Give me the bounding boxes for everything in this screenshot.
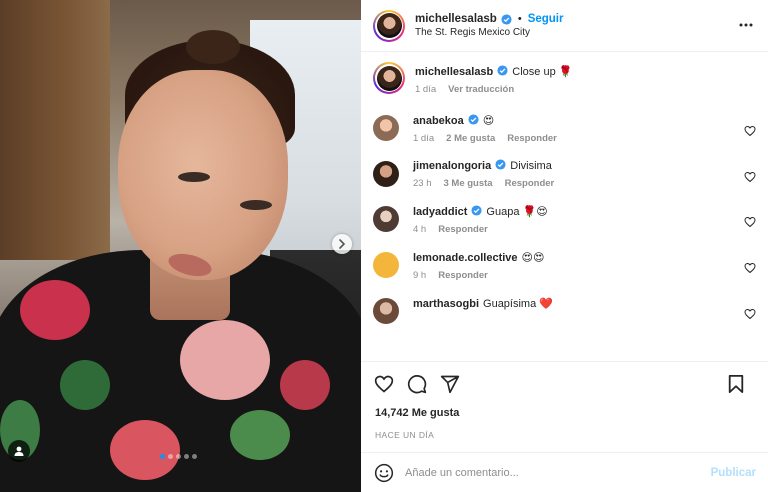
comment-item: jimenalongoria Divisima 23 h 3 Me gusta R… [373, 159, 756, 189]
comment-button[interactable] [406, 373, 428, 395]
commenter-username[interactable]: anabekoa [413, 115, 464, 127]
save-button[interactable] [725, 373, 747, 395]
commenter-username[interactable]: ladyaddict [413, 206, 467, 218]
author-username[interactable]: michellesalasb [415, 13, 497, 25]
caption-text: Close up [512, 66, 556, 78]
post-location[interactable]: The St. Regis Mexico City [415, 27, 563, 38]
more-horizontal-icon [739, 23, 753, 27]
carousel-dot [168, 454, 173, 459]
comment-time[interactable]: 4 h [413, 224, 426, 235]
photo-flower [110, 420, 180, 480]
photo-hair-bun [186, 30, 240, 64]
photo-flower [230, 410, 290, 460]
photo-background-wall [0, 0, 110, 260]
commenter-avatar[interactable] [373, 161, 399, 187]
comment-text: Divisima [510, 160, 552, 172]
like-comment-heart-icon[interactable] [744, 308, 756, 320]
chevron-right-icon [339, 239, 346, 249]
more-options-button[interactable] [736, 15, 756, 35]
share-button[interactable] [439, 373, 461, 395]
comment-text: Guapísima [483, 298, 537, 310]
follow-button[interactable]: Seguir [528, 13, 564, 25]
caption-avatar[interactable] [373, 62, 405, 94]
post-actions-bar [361, 361, 768, 405]
separator-dot: • [517, 13, 522, 25]
like-comment-heart-icon[interactable] [744, 262, 756, 274]
comments-list[interactable]: michellesalasb Close up 🌹 1 día Ver tradu… [361, 52, 768, 361]
commenter-avatar[interactable] [373, 206, 399, 232]
comment-item: ladyaddict Guapa 🌹😍 4 h Responder [373, 204, 756, 235]
reply-button[interactable]: Responder [438, 270, 488, 281]
comment-bubble-icon [407, 374, 427, 393]
comment-input[interactable] [405, 466, 711, 479]
photo-flower [180, 320, 270, 400]
commenter-avatar[interactable] [373, 298, 399, 324]
caption-time[interactable]: 1 día [415, 84, 436, 95]
verified-badge-icon [468, 114, 479, 125]
comment-emoji: 😍😍 [521, 251, 545, 264]
carousel-dot [184, 454, 189, 459]
post-photo[interactable] [0, 0, 361, 492]
comment-time[interactable]: 23 h [413, 178, 432, 189]
tagged-users-button[interactable] [8, 440, 30, 462]
next-slide-button[interactable] [332, 234, 352, 254]
comment-item: anabekoa 😍 1 día 2 Me gusta Responder [373, 113, 756, 144]
comment-item: lemonade.collective 😍😍 9 h Responder [373, 250, 756, 281]
see-translation-link[interactable]: Ver traducción [448, 84, 514, 95]
commenter-avatar[interactable] [373, 252, 399, 278]
like-button[interactable] [373, 373, 395, 395]
comment-item: marthasogbi Guapísima ❤️ [373, 296, 756, 324]
paper-plane-icon [440, 375, 460, 393]
verified-badge-icon [471, 205, 482, 216]
commenter-username[interactable]: marthasogbi [413, 298, 479, 310]
author-avatar[interactable] [373, 9, 405, 42]
bookmark-icon [728, 375, 744, 393]
photo-eye [178, 172, 210, 182]
commenter-username[interactable]: lemonade.collective [413, 252, 518, 264]
reply-button[interactable]: Responder [507, 133, 557, 144]
publish-button[interactable]: Publicar [711, 467, 756, 479]
post-side-panel: michellesalasb • Seguir The St. Regis Me… [361, 0, 768, 492]
likes-count[interactable]: 14,742 Me gusta [361, 407, 768, 419]
post-caption: michellesalasb Close up 🌹 1 día Ver tradu… [373, 62, 756, 95]
caption-username[interactable]: michellesalasb [415, 66, 493, 78]
comment-emoji: 😍 [482, 114, 495, 127]
photo-flower [20, 280, 90, 340]
reply-button[interactable]: Responder [438, 224, 488, 235]
like-comment-heart-icon[interactable] [744, 216, 756, 228]
comment-text: Guapa [486, 206, 520, 218]
verified-badge-icon [497, 65, 508, 76]
like-comment-heart-icon[interactable] [744, 171, 756, 183]
carousel-dot [176, 454, 181, 459]
comment-time[interactable]: 9 h [413, 270, 426, 281]
photo-flower [60, 360, 110, 410]
carousel-dots [160, 454, 197, 459]
post-modal: michellesalasb • Seguir The St. Regis Me… [0, 0, 768, 492]
smiley-icon [374, 463, 394, 482]
carousel-dot [160, 454, 165, 459]
verified-badge-icon [495, 159, 506, 170]
like-comment-heart-icon[interactable] [744, 125, 756, 137]
emoji-picker-button[interactable] [373, 462, 395, 484]
reply-button[interactable]: Responder [505, 178, 555, 189]
post-time-ago[interactable]: HACE UN DÍA [361, 430, 768, 440]
rose-emoji: 🌹 [558, 65, 573, 78]
post-header: michellesalasb • Seguir The St. Regis Me… [361, 0, 768, 52]
photo-eye [240, 200, 272, 210]
commenter-avatar[interactable] [373, 115, 399, 141]
photo-flower [280, 360, 330, 410]
add-comment-bar: Publicar [361, 452, 768, 492]
verified-badge-icon [501, 13, 512, 25]
comment-emoji: ❤️ [539, 297, 553, 310]
carousel-dot [192, 454, 197, 459]
comment-emoji: 🌹😍 [522, 205, 548, 218]
comment-time[interactable]: 1 día [413, 133, 434, 144]
comment-likes[interactable]: 2 Me gusta [446, 133, 495, 144]
commenter-username[interactable]: jimenalongoria [413, 160, 491, 172]
comment-likes[interactable]: 3 Me gusta [444, 178, 493, 189]
user-icon [14, 446, 24, 456]
heart-icon [374, 375, 394, 393]
